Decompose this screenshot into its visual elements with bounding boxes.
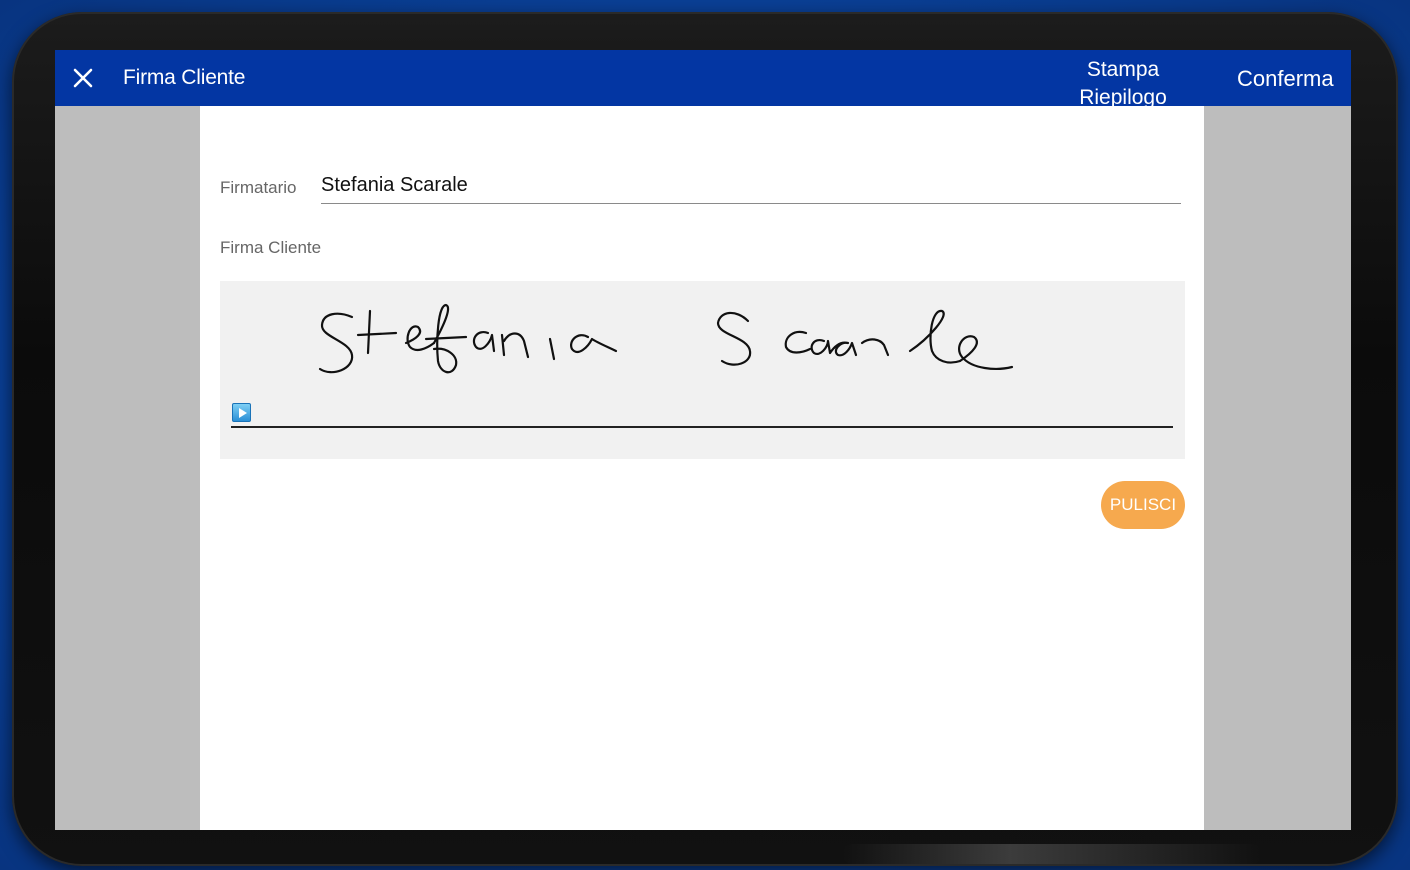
signature-label: Firma Cliente [220, 238, 322, 257]
signer-value: Stefania Scarale [321, 174, 468, 196]
play-icon[interactable] [232, 403, 251, 422]
clear-button[interactable]: PULISCI [1101, 481, 1185, 529]
print-summary-label-line2: Riepilogo [1079, 86, 1167, 106]
signature-sheet: Firmatario Stefania Scarale Firma Client… [200, 106, 1204, 830]
signer-label: Firmatario [220, 178, 297, 197]
confirm-button[interactable]: Conferma [1237, 66, 1334, 92]
signer-input[interactable]: Stefania Scarale [321, 172, 1181, 204]
app-bar: Firma Cliente Stampa Riepilogo Conferma [55, 50, 1351, 106]
tablet-edge-highlight [842, 844, 1262, 864]
app-screen: Firma Cliente Stampa Riepilogo Conferma … [55, 50, 1351, 830]
signature-stroke [318, 303, 1014, 374]
close-button[interactable] [67, 62, 99, 94]
print-summary-label-line1: Stampa [1086, 58, 1160, 81]
signature-baseline [231, 426, 1173, 428]
signature-pad[interactable] [220, 281, 1185, 459]
print-summary-button[interactable]: Stampa Riepilogo [1065, 56, 1181, 106]
page-title: Firma Cliente [123, 66, 246, 89]
close-icon [73, 68, 93, 88]
